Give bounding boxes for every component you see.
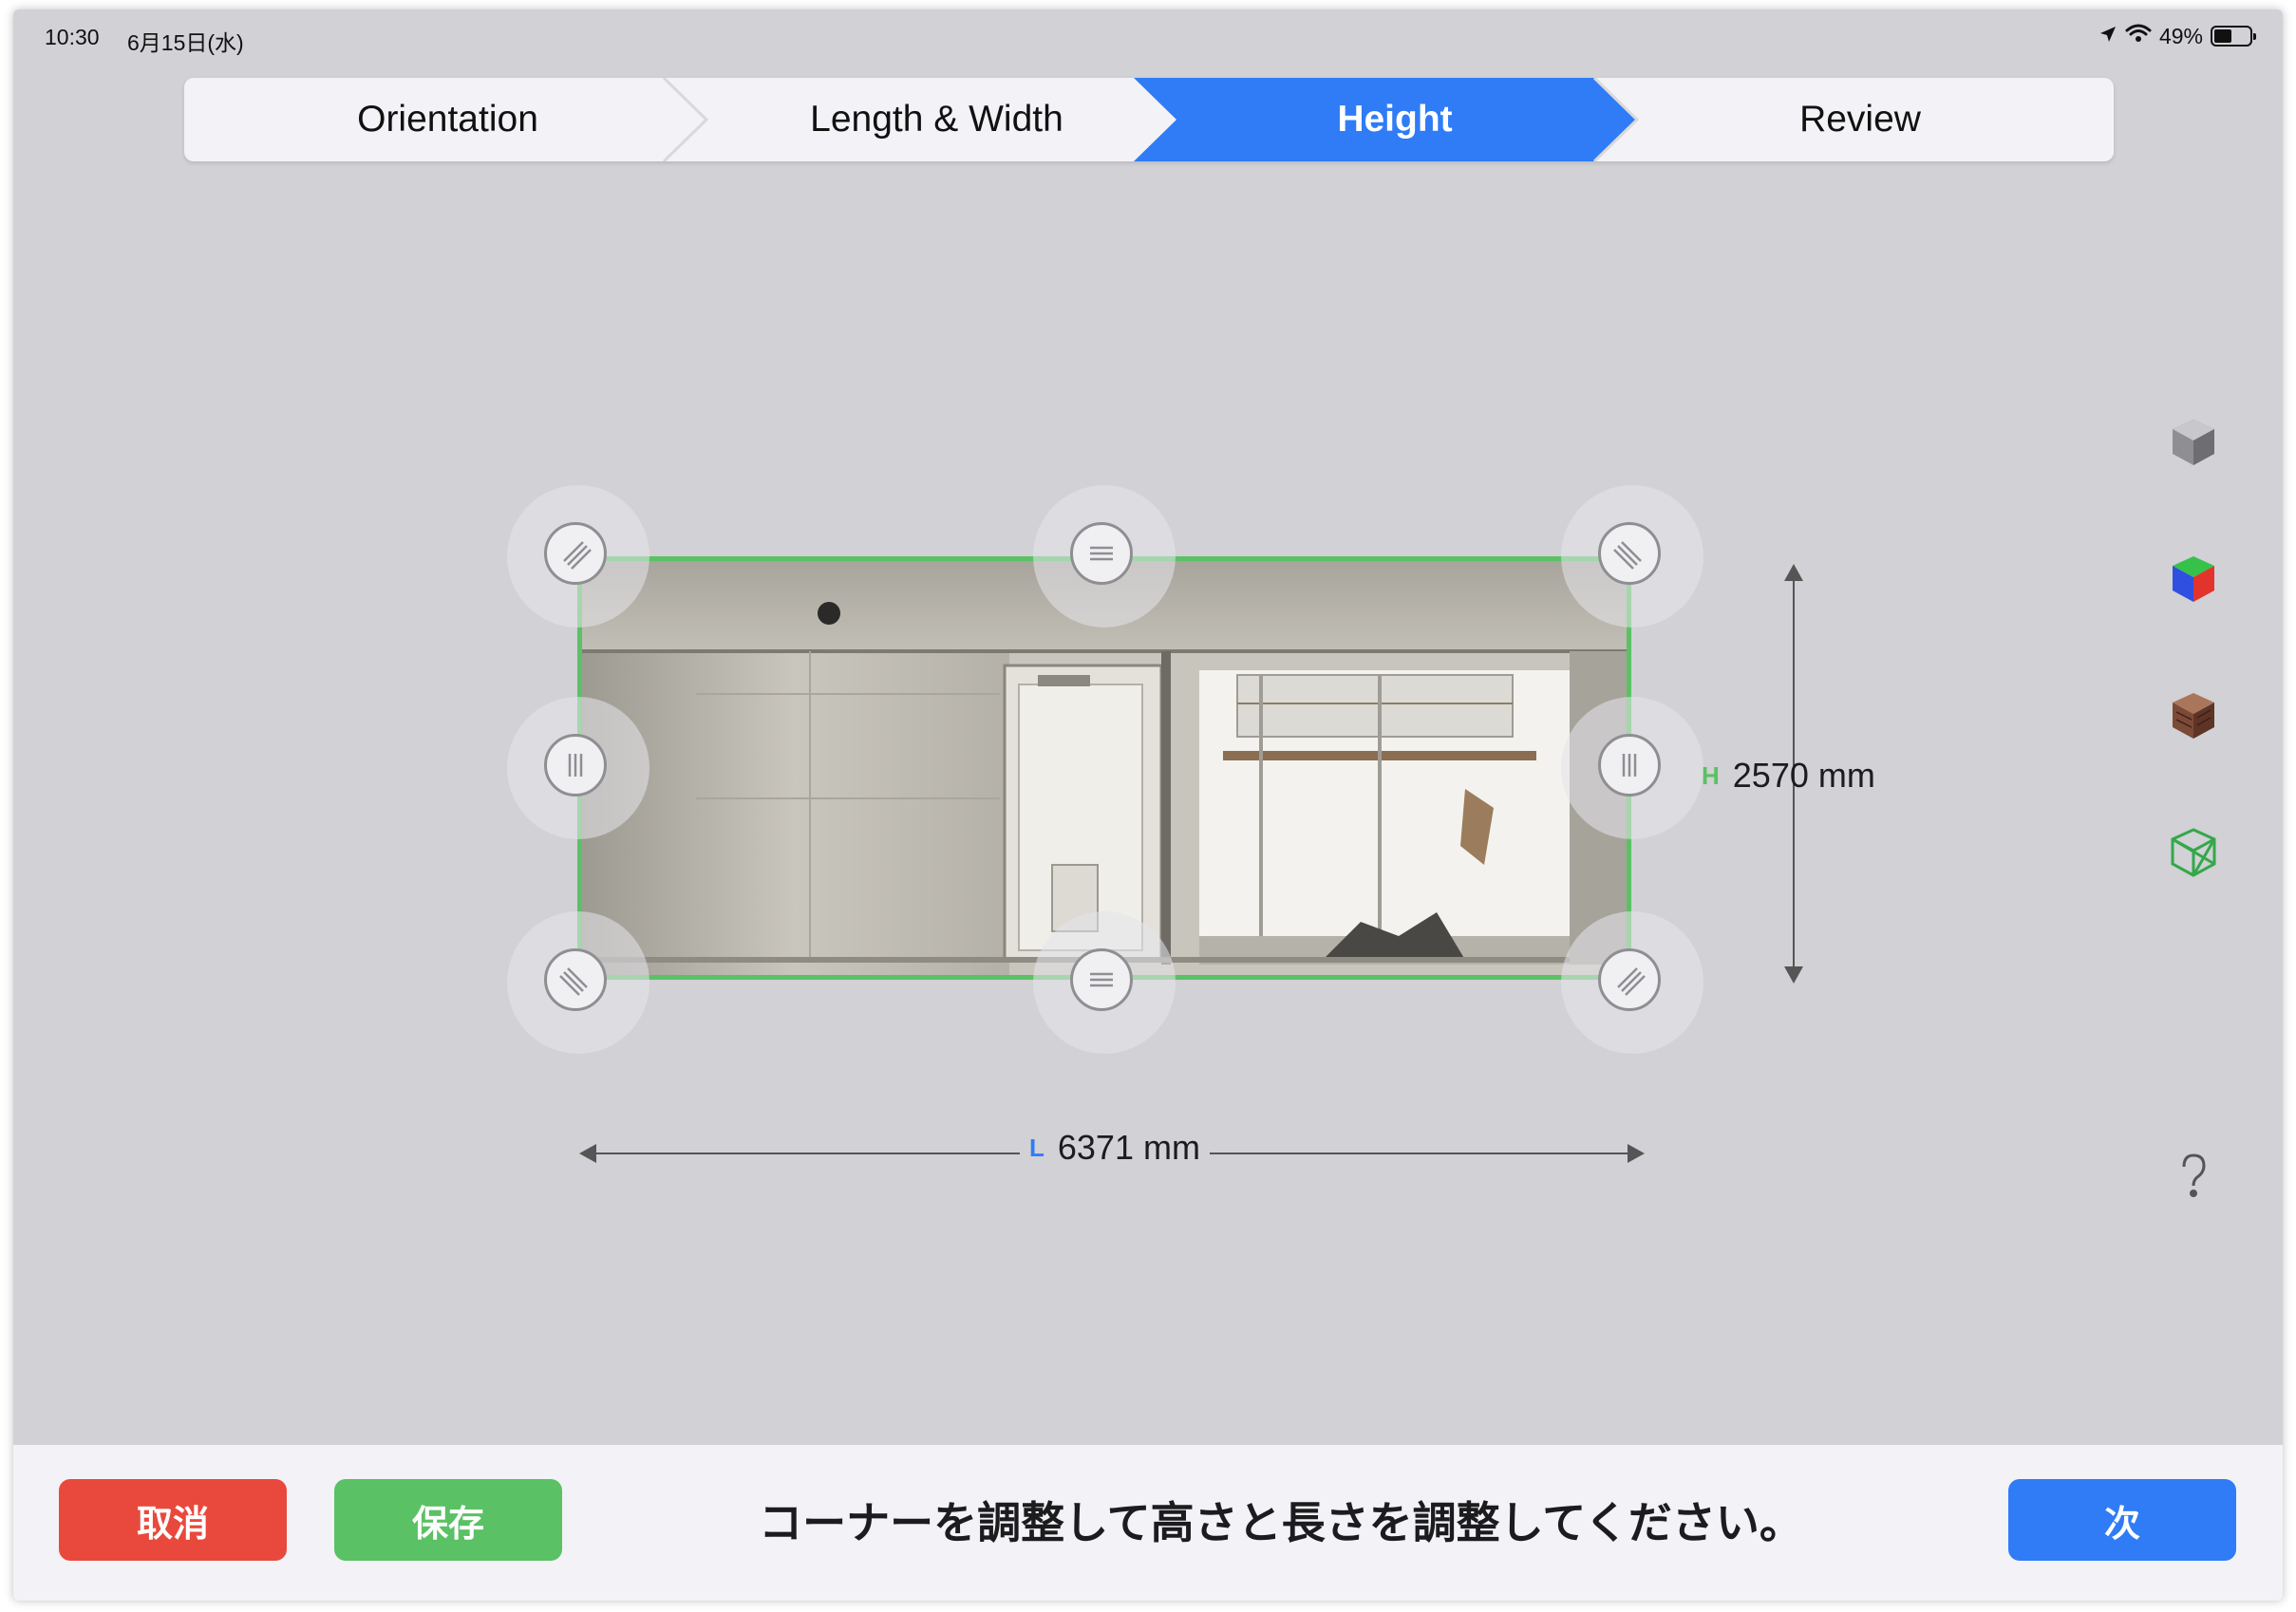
step-height[interactable]: Height xyxy=(1172,78,1618,161)
wireframe-cube-icon[interactable] xyxy=(2165,824,2222,881)
edge-handle-bottom[interactable] xyxy=(1033,911,1176,1054)
bottom-action-bar: 取消 保存 コーナーを調整して高さと長さを調整してください。 次 xyxy=(13,1445,2283,1601)
ipad-screen: 10:30 6月15日(水) 49% Orientation Length & … xyxy=(13,9,2283,1601)
step-length-width[interactable]: Length & Width xyxy=(697,78,1176,161)
help-icon[interactable] xyxy=(2165,1147,2222,1204)
height-measurement: H 2570 mm xyxy=(1702,756,1875,796)
corner-handle-bottom-right[interactable] xyxy=(1561,911,1703,1054)
save-button[interactable]: 保存 xyxy=(334,1479,562,1561)
corner-handle-top-right[interactable] xyxy=(1561,485,1703,628)
wifi-icon xyxy=(2125,23,2152,49)
status-bar: 10:30 6月15日(水) 49% xyxy=(13,9,2283,63)
instruction-text: コーナーを調整して高さと長さを調整してください。 xyxy=(759,1498,1803,1547)
length-value: 6371 mm xyxy=(1057,1128,1200,1167)
length-tag: L xyxy=(1029,1133,1044,1162)
corner-handle-bottom-left[interactable] xyxy=(507,911,649,1054)
location-icon xyxy=(2098,24,2117,49)
height-value: 2570 mm xyxy=(1732,756,1875,795)
status-time: 10:30 xyxy=(45,25,100,49)
battery-icon xyxy=(2211,26,2256,47)
edge-handle-right[interactable] xyxy=(1561,697,1703,839)
color-cube-icon[interactable] xyxy=(2165,551,2222,608)
step-navigation: Orientation Length & Width Height Review xyxy=(184,78,2114,161)
height-tag: H xyxy=(1702,760,1720,790)
edge-handle-left[interactable] xyxy=(507,697,649,839)
texture-cube-icon[interactable] xyxy=(2165,687,2222,744)
length-measurement: L 6371 mm xyxy=(1020,1128,1210,1168)
step-review[interactable]: Review xyxy=(1628,78,2093,161)
status-right: 49% xyxy=(2098,23,2256,49)
next-button[interactable]: 次 xyxy=(2008,1479,2236,1561)
gray-cube-icon[interactable] xyxy=(2165,414,2222,471)
battery-percent: 49% xyxy=(2158,23,2203,48)
cancel-button[interactable]: 取消 xyxy=(59,1479,287,1561)
corner-handle-top-left[interactable] xyxy=(507,485,649,628)
step-orientation[interactable]: Orientation xyxy=(184,78,711,161)
status-date: 6月15日(水) xyxy=(127,30,244,55)
edge-handle-top[interactable] xyxy=(1033,485,1176,628)
